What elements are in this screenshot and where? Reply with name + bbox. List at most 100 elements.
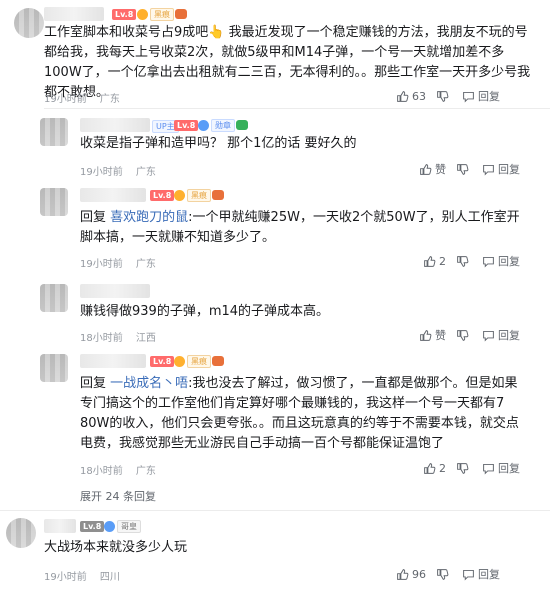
dislike-button[interactable] (436, 90, 452, 103)
like-count: 63 (412, 89, 426, 103)
expand-suffix: 条回复 (123, 490, 156, 503)
dislike-button[interactable] (456, 255, 472, 268)
game-badge-icon (212, 356, 224, 366)
thumbs-up-icon (397, 90, 409, 102)
reply-prefix: 回复 (80, 210, 107, 225)
reply-button[interactable]: 回复 (462, 88, 500, 104)
thumbs-down-icon (457, 255, 469, 267)
thumbs-down-icon (457, 462, 469, 474)
divider (0, 510, 550, 511)
vip-badge-icon (198, 120, 209, 131)
reply-label: 回复 (478, 90, 500, 103)
reply-button[interactable]: 回复 (462, 566, 500, 582)
avatar[interactable] (40, 118, 68, 146)
comment-meta: 19小时前 四川 (44, 568, 130, 583)
comment-actions: 96 回复 (386, 566, 500, 582)
reply-button[interactable]: 回复 (482, 460, 520, 476)
level-badge: Lv.8 (150, 356, 175, 367)
game-badge-icon (236, 120, 248, 130)
thumbs-down-icon (437, 90, 449, 102)
reply-label: 回复 (498, 163, 520, 176)
vip-badge-icon (174, 356, 185, 367)
comment-location: 广东 (135, 466, 156, 477)
comment-actions: 赞 回复 (409, 327, 520, 343)
comment-meta: 18小时前 广东 (80, 462, 166, 477)
reply-icon (483, 164, 494, 176)
expand-count: 24 (105, 490, 120, 503)
avatar[interactable] (40, 284, 68, 312)
like-button[interactable]: 赞 (419, 327, 446, 343)
vip-badge-icon (104, 521, 115, 532)
reply-label: 回复 (498, 255, 520, 268)
reply-icon (483, 463, 494, 475)
comment-text: 大战场本来就没多少人玩 (44, 540, 188, 555)
comment-location: 广东 (135, 259, 156, 270)
game-badge-icon (212, 190, 224, 200)
expand-replies-link[interactable]: 展开 24 条回复 (80, 488, 156, 504)
fan-medal: 黑痕 (150, 8, 174, 21)
avatar[interactable] (40, 188, 68, 216)
comment-actions: 赞 回复 (409, 161, 520, 177)
like-button[interactable]: 2 (423, 255, 446, 268)
comment-meta: 18小时前 江西 (80, 329, 166, 344)
thumbs-up-icon (397, 568, 409, 580)
username[interactable] (44, 7, 104, 21)
dislike-button[interactable] (456, 163, 472, 176)
comment-time: 19小时前 (80, 167, 123, 178)
thumbs-up-icon (424, 462, 436, 474)
like-label: 赞 (435, 329, 446, 342)
reply-target-link[interactable]: 喜欢跑刀的鼠 (110, 210, 188, 225)
dislike-button[interactable] (456, 329, 472, 342)
avatar[interactable] (14, 8, 44, 38)
reply-label: 回复 (498, 462, 520, 475)
comment-time: 19小时前 (80, 259, 123, 270)
comment-time: 18小时前 (80, 466, 123, 477)
comment-actions: 2 回复 (413, 253, 520, 269)
reply-icon (463, 91, 474, 103)
like-label: 赞 (435, 163, 446, 176)
dislike-button[interactable] (436, 568, 452, 581)
comment-text: 收菜是指子弹和造甲吗？ 那个1亿的话 要好久的 (80, 136, 357, 151)
reply-button[interactable]: 回复 (482, 253, 520, 269)
like-button[interactable]: 96 (396, 568, 426, 581)
vip-badge-icon (137, 9, 148, 20)
dislike-button[interactable] (456, 462, 472, 475)
comment-time: 18小时前 (80, 333, 123, 344)
like-count: 96 (412, 567, 426, 581)
reply-button[interactable]: 回复 (482, 161, 520, 177)
comment-actions: 63 回复 (386, 88, 500, 104)
comment-meta: 19小时前 广东 (80, 163, 166, 178)
reply-prefix: 回复 (80, 376, 107, 391)
like-button[interactable]: 赞 (419, 161, 446, 177)
expand-prefix: 展开 (80, 490, 102, 503)
reply-icon (483, 330, 494, 342)
comment-text: 回复 一战成名丶唔:我也没去了解过，做习惯了，一直都是做那个。但是如果专门搞这个… (80, 374, 520, 454)
username[interactable] (80, 118, 150, 132)
comment-location: 广东 (135, 167, 156, 178)
comment-location: 四川 (99, 572, 120, 583)
username[interactable] (80, 284, 150, 298)
level-badge: Lv.8 (150, 190, 175, 201)
username[interactable] (80, 354, 146, 368)
fan-medal: 黑痕 (187, 189, 211, 202)
username[interactable] (44, 519, 76, 533)
reply-label: 回复 (478, 568, 500, 581)
comment-meta: 19小时前 广东 (44, 90, 130, 105)
avatar[interactable] (6, 518, 36, 548)
comment-actions: 2 回复 (413, 460, 520, 476)
comment-time: 19小时前 (44, 572, 87, 583)
level-badge: Lv.8 (174, 120, 199, 131)
game-badge-icon (175, 9, 187, 19)
username[interactable] (80, 188, 146, 202)
thumbs-down-icon (437, 568, 449, 580)
comment-location: 广东 (99, 94, 120, 105)
reply-button[interactable]: 回复 (482, 327, 520, 343)
thumbs-down-icon (457, 329, 469, 341)
level-badge: Lv.8 (80, 521, 105, 532)
thumbs-up-icon (420, 329, 432, 341)
reply-icon (463, 569, 474, 581)
avatar[interactable] (40, 354, 68, 382)
like-button[interactable]: 63 (396, 90, 426, 103)
like-button[interactable]: 2 (423, 462, 446, 475)
reply-target-link[interactable]: 一战成名丶唔 (110, 376, 188, 391)
